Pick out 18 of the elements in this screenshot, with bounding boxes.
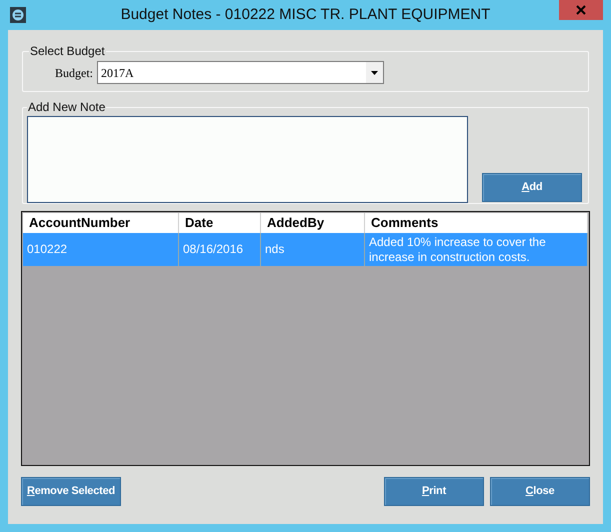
add-button[interactable]: Add	[482, 173, 582, 202]
window-title: Budget Notes - 010222 MISC TR. PLANT EQUIPMENT	[120, 4, 490, 25]
group-legend: Select Budget	[29, 42, 106, 60]
table-cell: Added 10% increase to cover the increase in construction costs.	[365, 233, 588, 266]
budget-label: Budget:	[55, 64, 93, 82]
table-cell: 08/16/2016	[179, 233, 261, 266]
table-cell: nds	[261, 233, 365, 266]
group-legend: Add New Note	[27, 98, 106, 116]
app-logo-icon	[10, 7, 26, 23]
close-button[interactable]	[559, 0, 603, 20]
close-icon	[576, 5, 586, 15]
table-cell: 010222	[23, 233, 179, 266]
print-button[interactable]: Print	[384, 477, 484, 506]
close-dialog-button[interactable]: Close	[490, 477, 590, 506]
budget-dropdown[interactable]: 2017A	[97, 61, 384, 84]
note-field[interactable]	[27, 116, 468, 203]
dropdown-caret-icon	[366, 62, 383, 83]
remove-selected-button[interactable]: Remove Selected	[21, 477, 121, 506]
